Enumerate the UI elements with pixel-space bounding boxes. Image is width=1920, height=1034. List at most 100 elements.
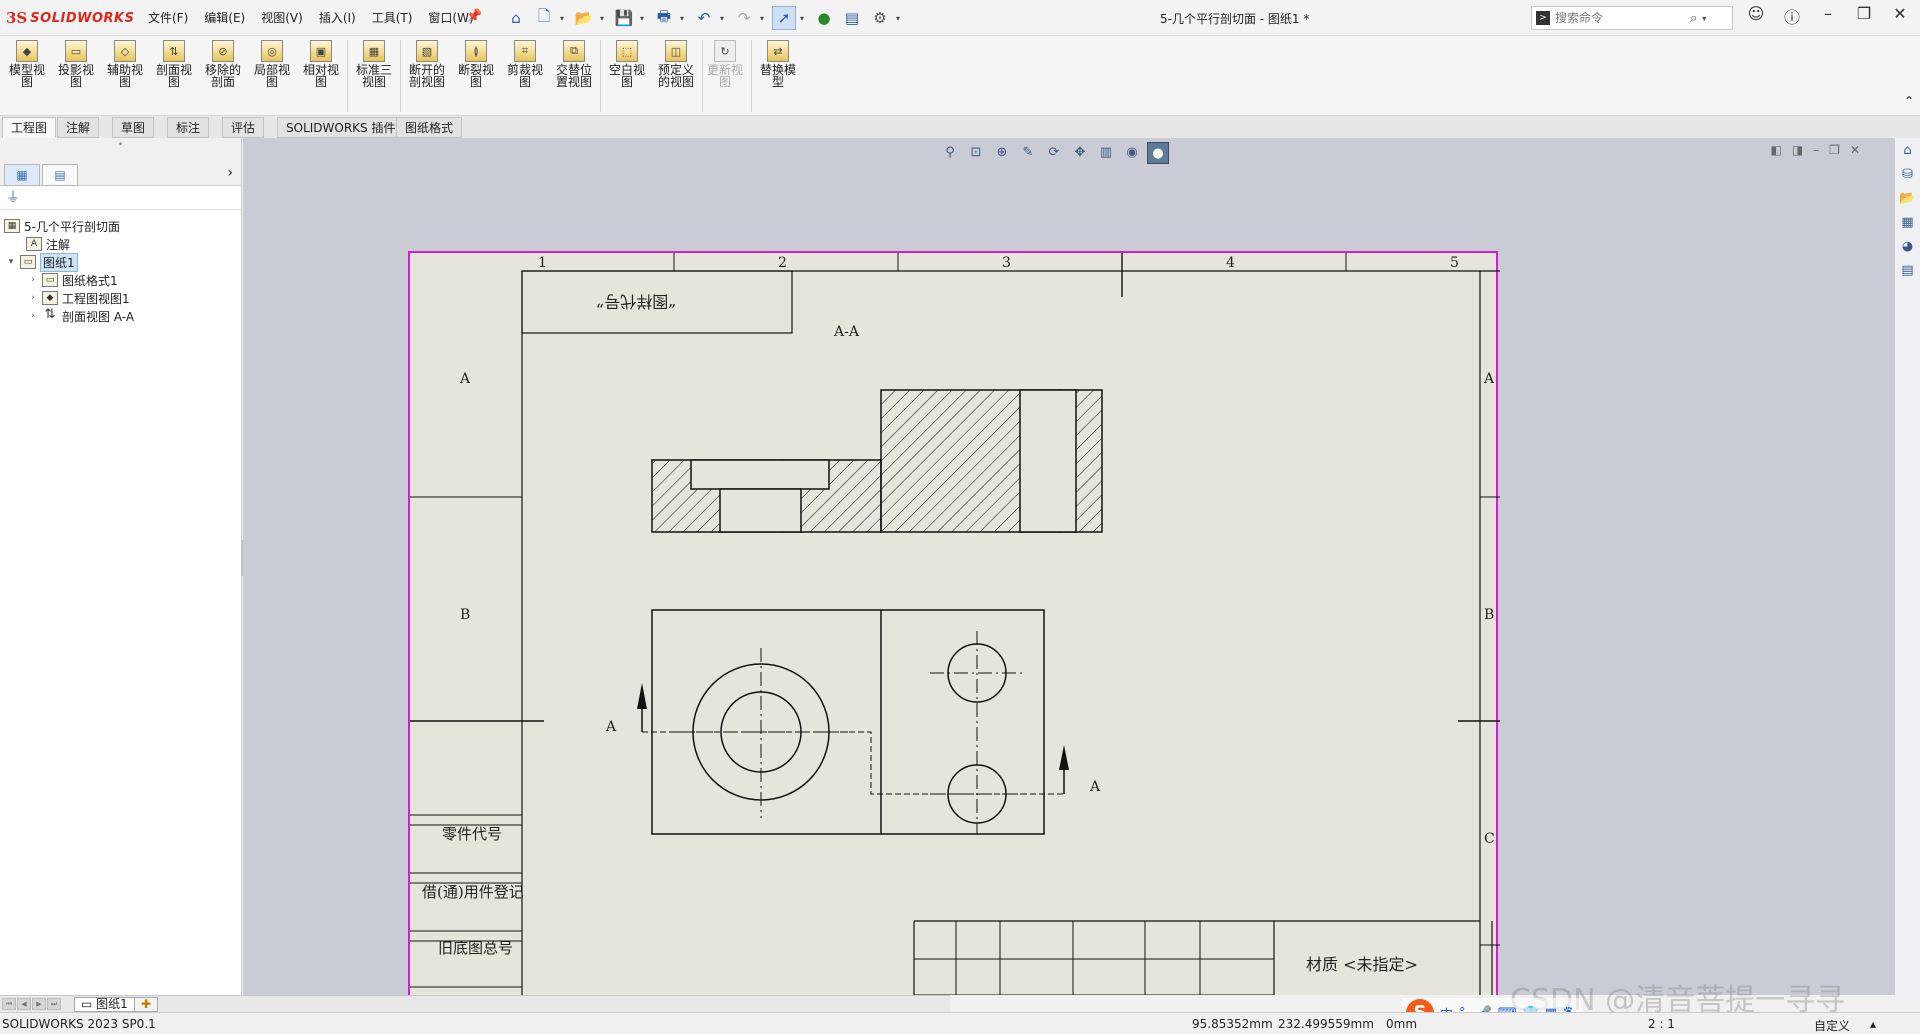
- custom-properties-icon[interactable]: ▤: [1897, 260, 1919, 282]
- chevron-down-icon[interactable]: ▾: [1702, 14, 1710, 23]
- removed-section-button[interactable]: ⊘ 移除的 剖面: [200, 40, 246, 108]
- file-properties-icon[interactable]: ▤: [840, 6, 864, 30]
- standard-3-view-button[interactable]: ▦ 标准三 视图: [351, 40, 397, 108]
- appearances-icon[interactable]: ◕: [1897, 236, 1919, 258]
- chevron-down-icon[interactable]: ▾: [896, 14, 904, 23]
- auxiliary-view-button[interactable]: ◇ 辅助视图: [102, 40, 148, 108]
- expand-arrow-icon[interactable]: ›: [28, 311, 38, 321]
- alternate-position-view-button[interactable]: ⧉ 交替位 置视图: [551, 40, 597, 108]
- menu-insert[interactable]: 插入(I): [311, 9, 364, 26]
- chevron-down-icon[interactable]: ▾: [760, 14, 768, 23]
- update-views-button[interactable]: ↻ 更新视图: [702, 40, 748, 108]
- chevron-down-icon[interactable]: ▾: [800, 14, 808, 23]
- minimize-icon[interactable]: –: [1816, 4, 1840, 28]
- model-view-button[interactable]: ◆ 模型视图: [4, 40, 50, 108]
- tab-solidworks-addins[interactable]: SOLIDWORKS 插件: [277, 117, 405, 138]
- relative-view-button[interactable]: ▣ 相对视图: [298, 40, 344, 108]
- material-field[interactable]: 材质 <未指定>: [1306, 951, 1418, 975]
- appearance-icon[interactable]: ●: [1147, 142, 1169, 164]
- chevron-down-icon[interactable]: ▾: [600, 14, 608, 23]
- undo-icon[interactable]: ↶: [692, 6, 716, 30]
- pan-icon[interactable]: ✥: [1069, 142, 1091, 164]
- collapse-ribbon-icon[interactable]: ⌃: [1904, 94, 1914, 108]
- expand-arrow-icon[interactable]: ›: [28, 275, 38, 285]
- predefined-view-button[interactable]: ◫ 预定义 的视图: [653, 40, 699, 108]
- display-style-icon[interactable]: ▥: [1095, 142, 1117, 164]
- tree-item-section-view[interactable]: › ⇅ 剖面视图 A-A: [28, 306, 134, 326]
- account-icon[interactable]: ☺: [1744, 4, 1768, 28]
- search-icon[interactable]: ⌕: [1690, 11, 1697, 26]
- doc-restore-icon[interactable]: ❐: [1829, 143, 1840, 157]
- options-gear-icon[interactable]: ⚙: [868, 6, 892, 30]
- chevron-right-icon[interactable]: ›: [227, 165, 233, 181]
- zoom-to-area-icon[interactable]: ⊡: [965, 142, 987, 164]
- open-folder-icon[interactable]: 📂: [572, 6, 596, 30]
- broken-out-section-button[interactable]: ▧ 断开的 剖视图: [404, 40, 450, 108]
- drawing-sheet[interactable]: 1 2 3 4 5 A A B B C “图样代号” A-A A A 零件代号 …: [408, 251, 1500, 995]
- design-library-icon[interactable]: ⛁: [1897, 164, 1919, 186]
- prev-sheet-icon[interactable]: ◀: [17, 998, 31, 1010]
- chevron-down-icon[interactable]: ▾: [680, 14, 688, 23]
- rotate-icon[interactable]: ⟳: [1043, 142, 1065, 164]
- select-cursor-icon[interactable]: ➚: [772, 6, 796, 30]
- graphics-area[interactable]: ⚲ ⊡ ⊕ ✎ ⟳ ✥ ▥ ◉ ● ◧ ◨ – ❐ ✕ 1 2 3 4 5 A …: [243, 138, 1894, 995]
- traffic-light-icon[interactable]: ●: [812, 6, 836, 30]
- first-sheet-icon[interactable]: ⏮: [2, 998, 16, 1010]
- replace-model-button[interactable]: ⇄ 替换模型: [755, 40, 801, 108]
- zoom-to-fit-icon[interactable]: ⚲: [939, 142, 961, 164]
- break-view-button[interactable]: ≬ 断裂视图: [453, 40, 499, 108]
- file-explorer-icon[interactable]: 📂: [1897, 188, 1919, 210]
- home-icon[interactable]: ⌂: [504, 6, 528, 30]
- chevron-up-icon[interactable]: ▴: [1870, 1017, 1876, 1031]
- expand-arrow-icon[interactable]: ›: [28, 293, 38, 303]
- chevron-down-icon[interactable]: ▾: [560, 14, 568, 23]
- hide-show-icon[interactable]: ◉: [1121, 142, 1143, 164]
- tab-annotation[interactable]: 注解: [57, 117, 100, 138]
- feature-tree-tab-icon[interactable]: ▦: [4, 164, 40, 186]
- collapse-arrow-icon[interactable]: ▾: [6, 257, 16, 267]
- last-sheet-icon[interactable]: ⏭: [47, 998, 61, 1010]
- tab-sheet-format[interactable]: 图纸格式: [396, 117, 463, 138]
- search-input[interactable]: [1555, 11, 1685, 25]
- menu-tools[interactable]: 工具(T): [364, 9, 421, 26]
- tree-item-sheet-format[interactable]: › ▭ 图纸格式1: [28, 270, 118, 290]
- add-sheet-icon[interactable]: ✚: [134, 997, 159, 1012]
- save-icon[interactable]: 💾: [612, 6, 636, 30]
- tree-item-annotations[interactable]: A 注解: [26, 234, 70, 254]
- restore-icon[interactable]: ❐: [1852, 4, 1876, 28]
- panel-grip[interactable]: •: [0, 138, 241, 162]
- tree-root[interactable]: ▦ 5-几个平行剖切面: [4, 216, 120, 236]
- menu-view[interactable]: 视图(V): [253, 9, 311, 26]
- tile-right-icon[interactable]: ◨: [1792, 143, 1803, 157]
- solidworks-resources-icon[interactable]: ⌂: [1897, 140, 1919, 162]
- help-icon[interactable]: ⓘ: [1780, 4, 1804, 28]
- property-manager-tab-icon[interactable]: ▤: [42, 164, 78, 186]
- print-icon[interactable]: 🖶: [652, 6, 676, 30]
- sketch-icon[interactable]: ✎: [1017, 142, 1039, 164]
- chevron-down-icon[interactable]: ▾: [720, 14, 728, 23]
- projected-view-button[interactable]: ▭ 投影视图: [53, 40, 99, 108]
- view-palette-icon[interactable]: ▦: [1897, 212, 1919, 234]
- new-document-icon[interactable]: 🗋: [532, 6, 556, 30]
- chevron-down-icon[interactable]: ▾: [640, 14, 648, 23]
- empty-view-button[interactable]: ⬚ 空白视图: [604, 40, 650, 108]
- doc-minimize-icon[interactable]: –: [1813, 143, 1819, 157]
- doc-close-icon[interactable]: ✕: [1850, 143, 1860, 157]
- menu-edit[interactable]: 编辑(E): [196, 9, 253, 26]
- section-view-button[interactable]: ⇅ 剖面视图: [151, 40, 197, 108]
- zoom-in-out-icon[interactable]: ⊕: [991, 142, 1013, 164]
- close-icon[interactable]: ✕: [1888, 4, 1912, 28]
- redo-icon[interactable]: ↷: [732, 6, 756, 30]
- pin-icon[interactable]: 📌: [466, 9, 482, 24]
- next-sheet-icon[interactable]: ▶: [32, 998, 46, 1010]
- tree-item-drawing-view[interactable]: › ◆ 工程图视图1: [28, 288, 130, 308]
- unit-system[interactable]: 自定义: [1814, 1017, 1850, 1034]
- tile-left-icon[interactable]: ◧: [1770, 143, 1781, 157]
- menu-file[interactable]: 文件(F): [140, 9, 196, 26]
- detail-view-button[interactable]: ◎ 局部视图: [249, 40, 295, 108]
- tab-dimension[interactable]: 标注: [167, 117, 210, 138]
- sheet-tab-sheet1[interactable]: ▭ 图纸1: [74, 997, 135, 1012]
- filter-icon[interactable]: ⏚: [0, 186, 241, 210]
- tree-item-sheet1[interactable]: ▾ ▭ 图纸1: [6, 252, 78, 272]
- tab-sketch[interactable]: 草图: [112, 117, 155, 138]
